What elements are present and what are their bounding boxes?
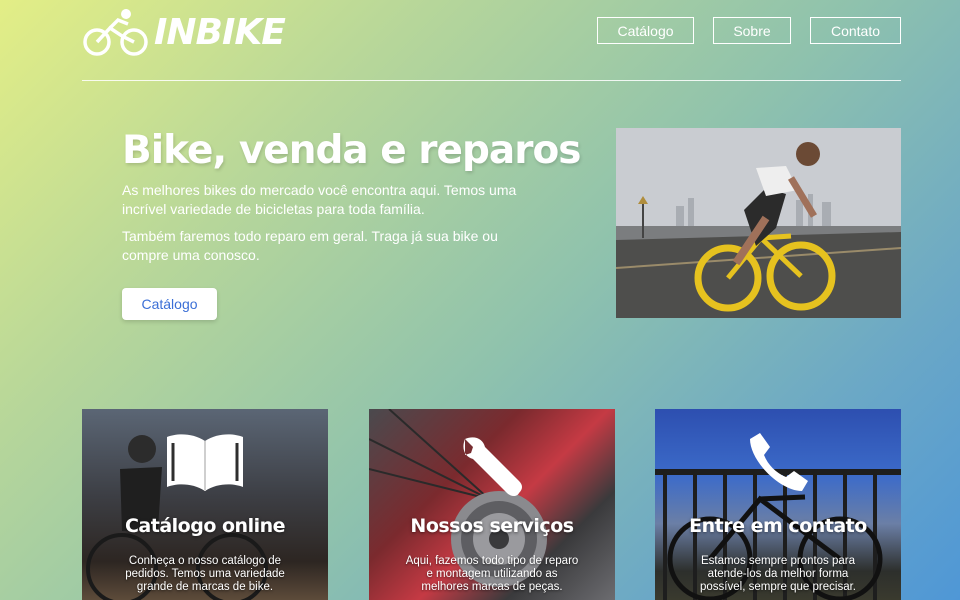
card-text: Conheça o nosso catálogo de pedidos. Tem…: [125, 555, 285, 593]
hero-image-cyclist: [616, 128, 901, 318]
hero-paragraph-2: Também faremos todo reparo em geral. Tra…: [122, 228, 498, 263]
card-text: Aqui, fazemos todo tipo de reparo e mont…: [405, 555, 579, 593]
phone-icon: [746, 431, 810, 500]
hero-title: Bike, venda e reparos: [122, 128, 581, 173]
nav-catalogo[interactable]: Catálogo: [597, 17, 694, 44]
book-icon: [163, 431, 247, 498]
hero-paragraph-1: As melhores bikes do mercado você encont…: [122, 182, 517, 217]
card-title: Catálogo online: [124, 515, 286, 537]
card-entre-em-contato[interactable]: Entre em contato Estamos sempre prontos …: [655, 409, 901, 600]
hero-catalog-button[interactable]: Catálogo: [122, 288, 217, 320]
wrench-icon: [457, 431, 527, 506]
card-text: Estamos sempre prontos para atende-los d…: [700, 555, 856, 593]
nav-contato[interactable]: Contato: [810, 17, 901, 44]
card-catalogo-online[interactable]: Catálogo online Conheça o nosso catálogo…: [82, 409, 328, 600]
card-nossos-servicos[interactable]: Nossos serviços Aqui, fazemos todo tipo …: [369, 409, 615, 600]
header: INBIKE Catálogo Sobre Contato: [82, 0, 901, 81]
nav-sobre[interactable]: Sobre: [713, 17, 791, 44]
cyclist-icon: [82, 6, 150, 58]
card-title: Entre em contato: [689, 515, 867, 537]
card-title: Nossos serviços: [410, 515, 574, 537]
brand-logo[interactable]: INBIKE: [82, 6, 286, 58]
brand-name: INBIKE: [154, 11, 286, 53]
main-nav: Catálogo Sobre Contato: [597, 17, 901, 44]
